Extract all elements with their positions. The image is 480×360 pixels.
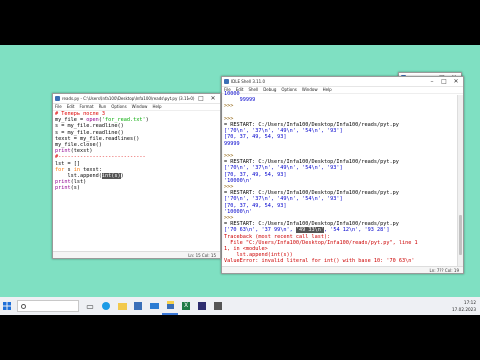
restart-line: = RESTART: C:/Users/Infa100/Desktop/Infa… <box>224 159 399 166</box>
menu-window[interactable]: Window <box>132 104 148 110</box>
output-line: 99999 <box>239 97 256 104</box>
maximize-icon[interactable]: □ <box>438 77 450 86</box>
desktop: ... – □ ✕ IDLE Shell 3.11.0 – □ ✕ File E… <box>0 45 480 297</box>
error-message: ValueError: invalid literal for int() wi… <box>224 258 415 265</box>
output-line: , '54 12\n', '93 28'] <box>323 227 390 234</box>
letterbox-top <box>0 0 480 45</box>
menu-shell[interactable]: Shell <box>248 87 258 93</box>
close-icon[interactable]: ✕ <box>450 77 462 86</box>
shell-prompt: >>> <box>224 184 234 191</box>
output-line: 10000 <box>224 91 240 97</box>
taskbar-search-input[interactable] <box>17 300 79 312</box>
output-line: [70, 37, 49, 54, 93] <box>224 134 287 141</box>
python-idle-icon[interactable] <box>162 297 178 315</box>
menu-file[interactable]: File <box>55 104 62 110</box>
shell-prompt: >>> <box>224 215 234 222</box>
menu-options[interactable]: Options <box>111 104 126 110</box>
app-icon[interactable] <box>194 297 210 315</box>
editor-menubar: File Edit Format Run Options Window Help <box>53 104 220 111</box>
output-line: [70, 37, 49, 54, 93] <box>224 202 287 209</box>
traceback-line: lst.append(int(s)) <box>224 252 293 259</box>
taskbar: ▭ X 17:12 17.02.2023 <box>0 297 480 315</box>
editor-statusbar: Ln: 15 Col: 15 <box>53 251 220 258</box>
output-line: '10000\n' <box>224 177 253 184</box>
letterbox-bottom <box>0 315 480 360</box>
shell-output[interactable]: 10000 99999 >>> >>> = RESTART: C:/Users/… <box>222 91 463 271</box>
menu-help[interactable]: Help <box>152 104 161 110</box>
python-file-icon <box>55 96 60 101</box>
traceback-line: 1, in <module> <box>224 246 268 253</box>
editor-code[interactable]: # Теперь после 3 my_file = open('for_rea… <box>53 111 220 192</box>
menu-debug[interactable]: Debug <box>263 87 276 93</box>
search-icon <box>21 304 26 309</box>
menu-window[interactable]: Window <box>302 87 318 93</box>
menu-format[interactable]: Format <box>79 104 93 110</box>
excel-icon[interactable]: X <box>178 297 194 315</box>
menu-run[interactable]: Run <box>99 104 107 110</box>
editor-titlebar[interactable]: reads.py - C:\Users\Infa100\Desktop\Infa… <box>53 94 220 104</box>
shell-prompt: >>> <box>224 115 234 122</box>
shell-title: IDLE Shell 3.11.0 <box>231 79 266 84</box>
windows-start-icon[interactable] <box>0 297 14 315</box>
system-clock[interactable]: 17:12 17.02.2023 <box>452 297 476 317</box>
traceback-line: Traceback (most recent call last): <box>224 233 331 240</box>
menu-help[interactable]: Help <box>323 87 332 93</box>
edge-icon[interactable] <box>98 297 114 315</box>
maximize-icon[interactable]: □ <box>195 94 207 103</box>
minimize-icon[interactable]: – <box>426 77 438 86</box>
output-line: ['70\n', '37\n', '49\n', '54\n', '93'] <box>224 128 343 135</box>
output-line: [70, 37, 49, 54, 93] <box>224 171 287 178</box>
output-line: ['70\n', '37\n', '49\n', '54\n', '93'] <box>224 165 343 172</box>
restart-line: = RESTART: C:/Users/Infa100/Desktop/Infa… <box>224 221 399 228</box>
output-line: '10000\n' <box>224 208 253 215</box>
traceback-line: File "C:/Users/Infa100/Desktop/Infa100/r… <box>224 239 418 246</box>
editor-window[interactable]: reads.py - C:\Users\Infa100\Desktop\Infa… <box>52 93 221 259</box>
shell-statusbar: Ln: 7?? Col: 19 <box>222 266 463 273</box>
file-explorer-icon[interactable] <box>114 297 130 315</box>
idle-app-icon <box>224 79 229 84</box>
shell-window[interactable]: IDLE Shell 3.11.0 – □ ✕ File Edit Shell … <box>221 76 464 274</box>
clock-date: 17.02.2023 <box>452 307 476 312</box>
output-line: ['70\n', '37\n', '49\n', '54\n', '93'] <box>224 196 343 203</box>
shell-scrollbar[interactable] <box>457 95 463 266</box>
menu-options[interactable]: Options <box>281 87 296 93</box>
restart-line: = RESTART: C:/Users/Infa100/Desktop/Infa… <box>224 122 399 129</box>
shell-titlebar[interactable]: IDLE Shell 3.11.0 – □ ✕ <box>222 77 463 87</box>
app-icon[interactable] <box>210 297 226 315</box>
minimize-icon[interactable]: – <box>183 94 195 103</box>
scroll-thumb[interactable] <box>459 215 462 255</box>
shell-prompt: >>> <box>224 153 234 160</box>
close-icon[interactable]: ✕ <box>207 94 219 103</box>
task-view-icon[interactable]: ▭ <box>82 297 98 315</box>
editor-title: reads.py - C:\Users\Infa100\Desktop\Infa… <box>62 96 195 101</box>
store-icon[interactable] <box>130 297 146 315</box>
menu-edit[interactable]: Edit <box>67 104 75 110</box>
clock-time: 17:12 <box>463 300 476 305</box>
selected-text: '49 33\n' <box>295 227 324 234</box>
output-line: ['70 63\n', '37 99\n', <box>224 227 296 234</box>
mail-icon[interactable] <box>146 297 162 315</box>
output-line: 99999 <box>224 140 240 147</box>
restart-line: = RESTART: C:/Users/Infa100/Desktop/Infa… <box>224 190 399 197</box>
shell-prompt: >>> <box>224 103 234 110</box>
